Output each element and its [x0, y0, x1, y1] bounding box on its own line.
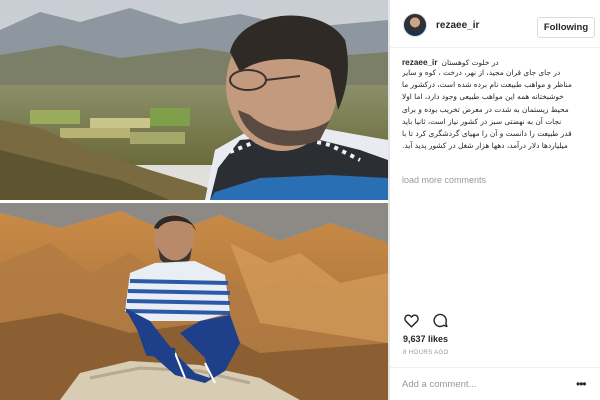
caption-line: میلیاردها دلار درآمد، دهها هزار شغل در ک…: [402, 141, 568, 151]
following-button[interactable]: Following: [537, 17, 595, 38]
caption-line: نجات آن به نهضتی سبز در کشور نیاز است، ث…: [402, 116, 562, 126]
more-options-icon[interactable]: •••: [576, 377, 587, 391]
load-more-comments-link[interactable]: load more comments: [402, 175, 486, 185]
post-panel: rezaee_ir Following rezaee_ir در خلوت کو…: [390, 0, 600, 400]
photo-mountain-valley[interactable]: [0, 0, 388, 200]
photo-mountain-valley-image: [0, 0, 388, 200]
caption-title: در خلوت کوهستان: [441, 58, 499, 67]
photo-rocky-hill[interactable]: [0, 203, 388, 400]
comment-bar: •••: [390, 367, 600, 400]
comment-input[interactable]: [402, 376, 572, 392]
avatar[interactable]: [403, 13, 427, 37]
likes-count[interactable]: 9,637 likes: [403, 334, 448, 344]
caption-line: قدر طبیعت را دانست و آن را مهیای گردشگری…: [402, 129, 572, 139]
post-actions: [403, 312, 449, 329]
caption-first-line: rezaee_ir در خلوت کوهستان: [402, 58, 592, 67]
post-header: rezaee_ir Following: [390, 0, 600, 48]
post-caption: rezaee_ir در خلوت کوهستان در جای جای قرا…: [402, 58, 592, 152]
username-link[interactable]: rezaee_ir: [436, 20, 479, 31]
comment-icon[interactable]: [432, 312, 449, 329]
photo-rocky-hill-image: [0, 203, 388, 400]
post-timestamp: 8 HOURS AGO: [403, 350, 449, 356]
caption-line: خوشبختانه همه این مواهب طبیعی وجود دارد،…: [402, 92, 564, 102]
heart-icon[interactable]: [403, 312, 420, 329]
caption-username-link[interactable]: rezaee_ir: [402, 58, 438, 67]
caption-line: مناظر و مواهب طبیعت نام برده شده است، در…: [402, 80, 572, 90]
caption-line: در جای جای قران مجید، از نهر، درخت ، کوه…: [402, 68, 561, 77]
caption-line: محیط زیستمان به شدت در معرض تخریب بوده و…: [402, 104, 569, 114]
